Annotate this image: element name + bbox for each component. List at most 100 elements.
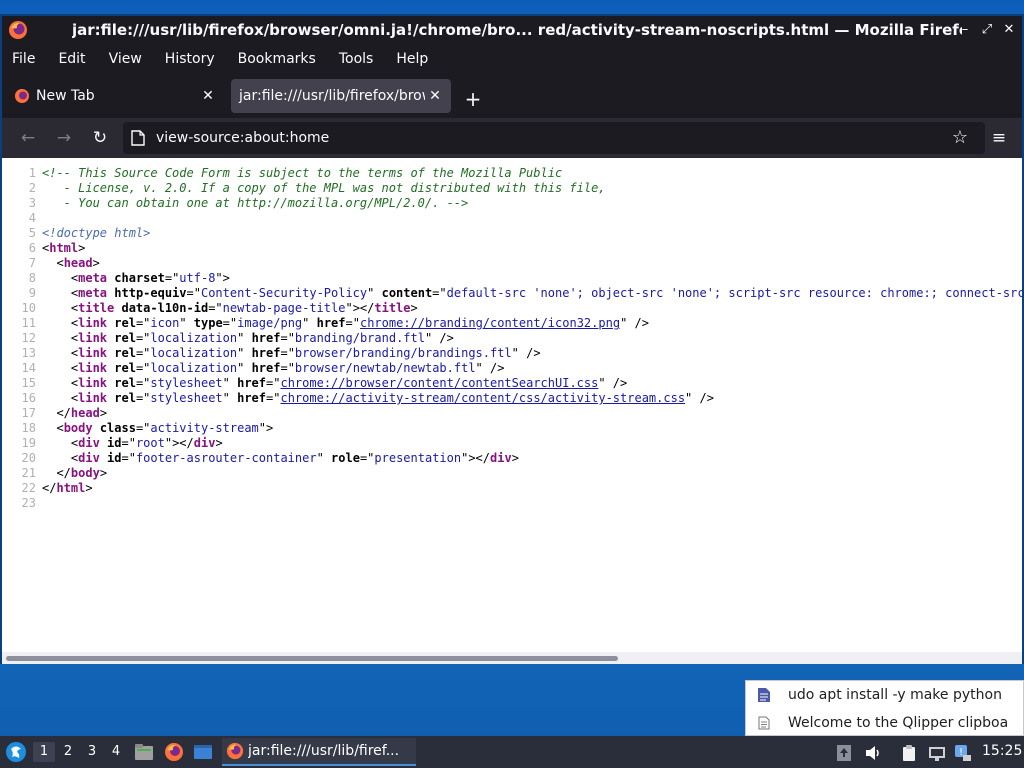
- back-icon[interactable]: ←: [17, 127, 39, 149]
- tab-bar: New Tab ✕ jar:file:///usr/lib/firefox/br…: [2, 74, 1022, 118]
- forward-icon[interactable]: →: [53, 127, 75, 149]
- source-line: 15 <link rel="stylesheet" href="chrome:/…: [2, 376, 1022, 391]
- line-code: <!doctype html>: [42, 226, 150, 241]
- source-token: <!-- This Source Code Form is subject to…: [42, 166, 563, 180]
- source-line: 11 <link rel="icon" type="image/png" hre…: [2, 316, 1022, 331]
- source-token: branding/brand.ftl: [294, 331, 425, 345]
- source-token: >: [215, 436, 223, 450]
- tab-close-icon[interactable]: ✕: [198, 88, 218, 104]
- line-code: <link rel="localization" href="browser/n…: [42, 361, 505, 376]
- source-token: >: [92, 256, 100, 270]
- line-number: 20: [21, 451, 36, 465]
- source-token: ": [237, 346, 252, 360]
- workspace-2[interactable]: 2: [57, 742, 79, 762]
- source-token: link: [78, 346, 108, 360]
- source-token: [93, 421, 100, 435]
- url-bar[interactable]: ☆: [123, 122, 985, 154]
- start-menu-icon[interactable]: [5, 741, 27, 763]
- source-token: " />: [511, 346, 541, 360]
- clipboard-item[interactable]: udo apt install -y make python: [746, 681, 1024, 709]
- workspace-3[interactable]: 3: [81, 742, 103, 762]
- source-token: Content-Security-Policy: [200, 286, 368, 300]
- source-token: " />: [685, 391, 714, 405]
- clock[interactable]: 15:25: [982, 743, 1022, 759]
- source-token: class: [99, 421, 136, 435]
- maximize-icon[interactable]: ⤢: [978, 20, 996, 40]
- firefox-launcher-icon[interactable]: [164, 742, 184, 762]
- volume-icon[interactable]: [864, 744, 882, 762]
- source-line: 23: [2, 496, 1022, 511]
- source-token: browser/branding/brandings.ftl: [294, 346, 512, 360]
- source-token: localization: [150, 361, 238, 375]
- clipboard-item[interactable]: Welcome to the Qlipper clipboa: [746, 709, 1024, 737]
- firefox-window: jar:file:///usr/lib/firefox/browser/omni…: [0, 14, 1024, 664]
- new-tab-button[interactable]: +: [462, 88, 484, 110]
- bookmark-star-icon[interactable]: ☆: [949, 127, 971, 149]
- taskbar-task-firefox[interactable]: jar:file:///usr/lib/firef...: [222, 738, 416, 766]
- horizontal-scrollbar[interactable]: [2, 652, 1022, 664]
- source-token: rel: [114, 316, 136, 330]
- upload-icon[interactable]: [835, 744, 853, 762]
- close-icon[interactable]: ✕: [1000, 20, 1018, 40]
- clipboard-popup: udo apt install -y make python Welcome t…: [745, 680, 1024, 736]
- source-line: 21 </body>: [2, 466, 1022, 481]
- source-line: 3 - You can obtain one at http://mozilla…: [2, 196, 1022, 211]
- source-line: 17 </head>: [2, 406, 1022, 421]
- show-desktop-icon[interactable]: [193, 742, 213, 762]
- tab-view-source[interactable]: jar:file:///usr/lib/firefox/browser/omni…: [231, 79, 451, 113]
- line-code: <body class="activity-stream">: [42, 421, 273, 436]
- clipboard-icon[interactable]: [900, 744, 918, 762]
- line-code: <head>: [42, 256, 100, 271]
- line-code: <!-- This Source Code Form is subject to…: [42, 166, 562, 181]
- workspace-1[interactable]: 1: [33, 742, 55, 762]
- workspace-4[interactable]: 4: [105, 742, 127, 762]
- source-token: >: [85, 481, 93, 495]
- source-token: >: [78, 241, 86, 255]
- source-token: =": [135, 361, 151, 375]
- menu-tools[interactable]: Tools: [339, 51, 374, 67]
- source-token: =": [121, 451, 136, 465]
- tab-new-tab[interactable]: New Tab ✕: [8, 79, 224, 113]
- source-token: link: [78, 316, 108, 330]
- source-token: href: [237, 391, 267, 405]
- scrollbar-thumb[interactable]: [6, 656, 618, 661]
- source-token: <: [42, 271, 79, 285]
- line-number: 2: [28, 181, 36, 195]
- app-menu-icon[interactable]: ≡: [988, 127, 1010, 149]
- menu-view[interactable]: View: [109, 51, 142, 67]
- tab-close-icon[interactable]: ✕: [425, 88, 445, 104]
- page-content[interactable]: 1 <!-- This Source Code Form is subject t…: [2, 158, 1022, 664]
- view-source-code: 1 <!-- This Source Code Form is subject t…: [2, 166, 1022, 511]
- taskbar: 1 2 3 4 jar:file:///usr/lib/firef... ! 1…: [0, 736, 1024, 768]
- source-token: localization: [150, 346, 238, 360]
- source-line: 9 <meta http-equiv="Content-Security-Pol…: [2, 286, 1022, 301]
- source-token: <: [42, 256, 64, 270]
- source-link[interactable]: chrome://browser/content/contentSearchUI…: [280, 376, 598, 390]
- line-number: 12: [21, 331, 36, 345]
- file-manager-icon[interactable]: [134, 742, 154, 762]
- source-token: ": [222, 376, 238, 390]
- menu-help[interactable]: Help: [396, 51, 428, 67]
- line-number: 21: [21, 466, 36, 480]
- source-token: =": [432, 286, 447, 300]
- source-link[interactable]: chrome://activity-stream/content/css/act…: [280, 391, 685, 405]
- menu-history[interactable]: History: [165, 51, 215, 67]
- menu-file[interactable]: File: [12, 51, 35, 67]
- line-number: 7: [28, 256, 36, 270]
- title-bar[interactable]: jar:file:///usr/lib/firefox/browser/omni…: [2, 16, 1022, 44]
- network-icon[interactable]: [928, 744, 946, 762]
- line-code: <meta charset="utf-8">: [42, 271, 230, 286]
- line-code: <link rel="localization" href="branding/…: [42, 331, 454, 346]
- reload-icon[interactable]: ↻: [89, 127, 111, 149]
- source-link[interactable]: chrome://branding/content/icon32.png: [360, 316, 620, 330]
- source-token: div: [78, 436, 100, 450]
- source-token: stylesheet: [150, 391, 223, 405]
- source-token: >: [99, 406, 108, 420]
- minimize-icon[interactable]: –: [956, 20, 974, 40]
- notification-icon[interactable]: !: [954, 744, 972, 762]
- source-token: href: [316, 316, 346, 330]
- menu-edit[interactable]: Edit: [58, 51, 85, 67]
- url-input[interactable]: [156, 122, 916, 154]
- menu-bookmarks[interactable]: Bookmarks: [238, 51, 316, 67]
- source-token: [100, 451, 107, 465]
